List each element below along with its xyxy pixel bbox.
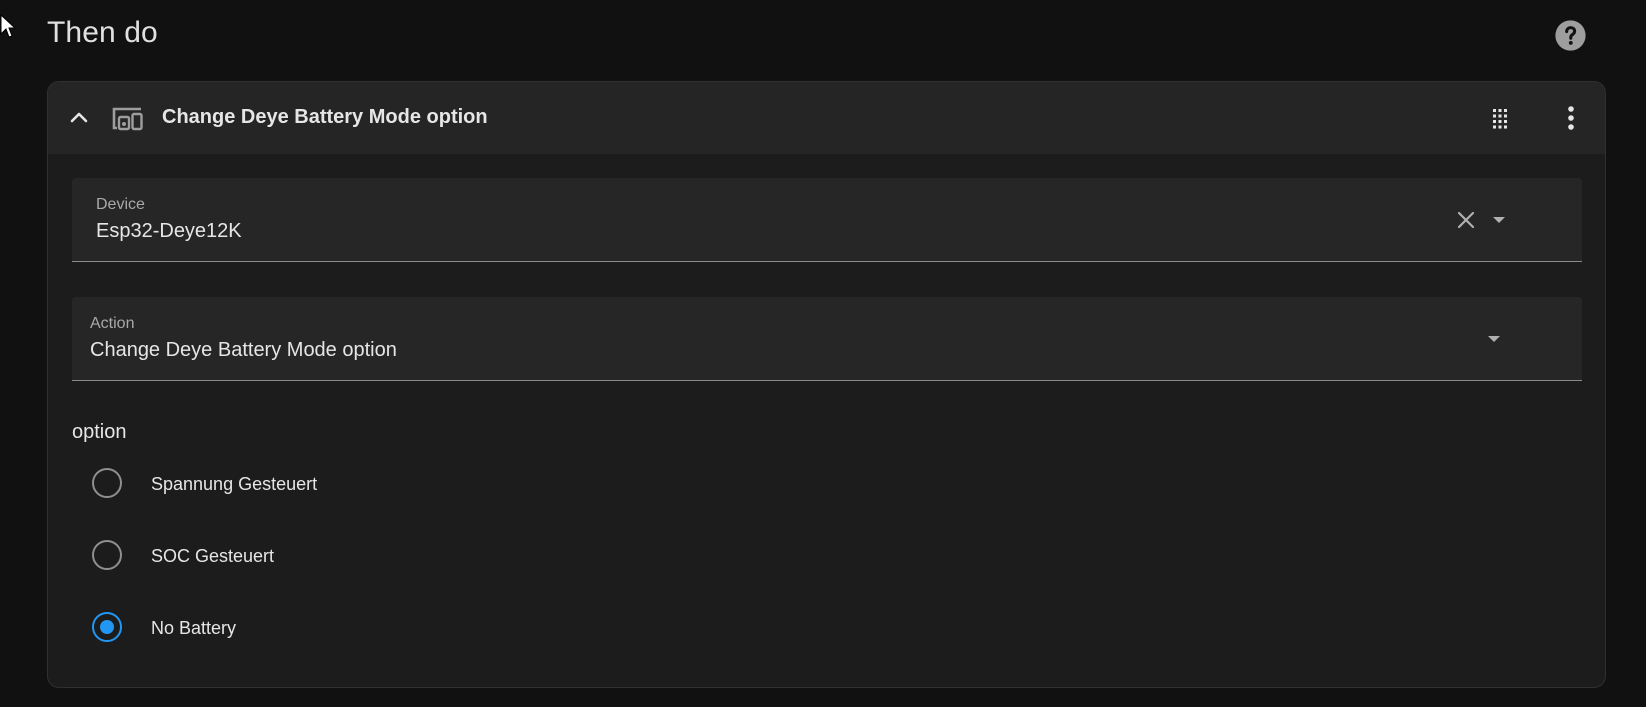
close-icon[interactable] — [1454, 208, 1478, 232]
option-heading: option — [72, 421, 127, 443]
dropdown-arrow-icon[interactable] — [1482, 327, 1506, 351]
radio-option-spannung-gesteuert[interactable]: Spannung Gesteuert — [92, 463, 792, 503]
radio-label: SOC Gesteuert — [151, 546, 275, 566]
card-title: Change Deye Battery Mode option — [162, 106, 488, 128]
more-vertical-icon[interactable] — [1557, 104, 1585, 132]
mouse-cursor-icon — [0, 14, 16, 38]
action-picker[interactable]: Action Change Deye Battery Mode option — [72, 297, 1582, 381]
radio-button[interactable] — [92, 468, 122, 498]
radio-label: No Battery — [151, 618, 237, 638]
card-header[interactable]: Change Deye Battery Mode option — [48, 82, 1605, 154]
section-title: Then do — [47, 16, 158, 49]
action-field-label: Action — [90, 315, 135, 332]
automation-editor: Then do Change Deye Battery Mode option — [0, 0, 1646, 707]
action-field-value: Change Deye Battery Mode option — [90, 339, 397, 361]
dropdown-arrow-icon[interactable] — [1487, 208, 1511, 232]
chevron-up-icon[interactable] — [67, 106, 91, 130]
radio-option-no-battery[interactable]: No Battery — [92, 607, 792, 647]
device-field-label: Device — [96, 196, 145, 213]
radio-button[interactable] — [92, 540, 122, 570]
help-circle-icon[interactable] — [1554, 19, 1587, 52]
radio-label: Spannung Gesteuert — [151, 474, 318, 494]
devices-icon — [112, 107, 143, 131]
radio-option-soc-gesteuert[interactable]: SOC Gesteuert — [92, 535, 792, 575]
drag-handle-icon[interactable] — [1488, 106, 1512, 130]
device-picker[interactable]: Device Esp32-Deye12K — [72, 178, 1582, 262]
radio-button-checked[interactable] — [92, 612, 122, 642]
device-field-value: Esp32-Deye12K — [96, 220, 242, 242]
action-card: Change Deye Battery Mode option Device E… — [47, 81, 1606, 688]
